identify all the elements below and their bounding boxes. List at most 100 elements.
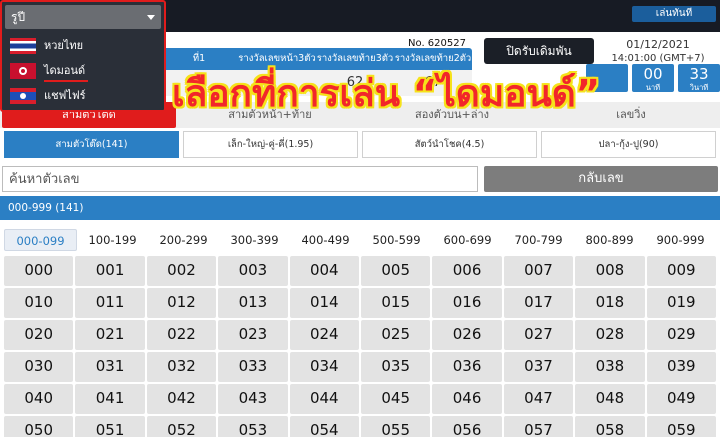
date-line: 01/12/2021 <box>626 38 690 51</box>
number-cell[interactable]: 037 <box>503 352 574 382</box>
chevron-down-icon <box>147 15 155 20</box>
search-number-input[interactable] <box>2 166 478 192</box>
number-cell[interactable]: 002 <box>146 256 217 286</box>
number-cell[interactable]: 007 <box>503 256 574 286</box>
number-cell[interactable]: 017 <box>503 288 574 318</box>
number-cell[interactable]: 003 <box>218 256 288 286</box>
subtab-fish-shrimp-crab[interactable]: ปลา-กุ้ง-ปู(90) <box>541 131 716 158</box>
close-bet-label: ปิดรับเดิมพัน <box>484 38 594 64</box>
number-cell[interactable]: 057 <box>503 416 574 437</box>
dropdown-item-diamond[interactable]: ไดมอนด์ <box>10 60 160 82</box>
countdown-minutes: 00 นาที <box>632 64 674 92</box>
dropdown-item-sapphire[interactable]: แชฟไฟร์ <box>10 85 160 107</box>
dropdown-item-label: ไดมอนด์ <box>44 64 86 77</box>
number-cell[interactable]: 000 <box>4 256 74 286</box>
diamond-flag-icon <box>10 63 36 79</box>
number-cell[interactable]: 021 <box>75 320 145 350</box>
number-cell[interactable]: 026 <box>432 320 502 350</box>
range-tab[interactable]: 200-299 <box>148 229 219 251</box>
subtab-three-tod[interactable]: สามตัวโต๊ด(141) <box>4 131 179 158</box>
number-cell[interactable]: 005 <box>361 256 431 286</box>
number-cell[interactable]: 013 <box>218 288 288 318</box>
number-cell[interactable]: 049 <box>646 384 716 414</box>
number-cell[interactable]: 016 <box>432 288 502 318</box>
number-cell[interactable]: 046 <box>432 384 502 414</box>
number-cell[interactable]: 011 <box>75 288 145 318</box>
number-cell[interactable]: 036 <box>432 352 502 382</box>
number-cell[interactable]: 020 <box>4 320 74 350</box>
range-tab[interactable]: 100-199 <box>77 229 148 251</box>
number-cell[interactable]: 018 <box>575 288 645 318</box>
number-cell[interactable]: 053 <box>218 416 288 437</box>
play-now-button[interactable]: เล่นทันที <box>632 6 716 22</box>
subtab-lucky-animal[interactable]: สัตว์นำโชค(4.5) <box>362 131 537 158</box>
number-cell[interactable]: 033 <box>218 352 288 382</box>
number-cell[interactable]: 042 <box>146 384 217 414</box>
number-cell[interactable]: 051 <box>75 416 145 437</box>
number-cell[interactable]: 034 <box>289 352 359 382</box>
number-cell[interactable]: 014 <box>289 288 359 318</box>
number-cell[interactable]: 019 <box>646 288 716 318</box>
range-tab[interactable]: 900-999 <box>645 229 716 251</box>
number-cell[interactable]: 030 <box>4 352 74 382</box>
dropdown-selected[interactable]: รูปี <box>5 5 161 29</box>
number-cell[interactable]: 044 <box>289 384 359 414</box>
thai-flag-icon <box>10 38 36 54</box>
dropdown-item-label: แชฟไฟร์ <box>44 89 86 102</box>
number-cell[interactable]: 038 <box>575 352 645 382</box>
range-tab[interactable]: 500-599 <box>361 229 432 251</box>
number-cell[interactable]: 047 <box>503 384 574 414</box>
number-cell[interactable]: 004 <box>289 256 359 286</box>
number-cell[interactable]: 006 <box>432 256 502 286</box>
range-tab[interactable]: 800-899 <box>574 229 645 251</box>
number-cell[interactable]: 041 <box>75 384 145 414</box>
countdown-value: 33 <box>689 65 709 83</box>
countdown-timer: 00 นาที 33 วินาที <box>586 64 720 92</box>
number-cell[interactable]: 058 <box>575 416 645 437</box>
number-cell[interactable]: 035 <box>361 352 431 382</box>
number-cell[interactable]: 027 <box>503 320 574 350</box>
number-cell[interactable]: 008 <box>575 256 645 286</box>
number-cell[interactable]: 029 <box>646 320 716 350</box>
range-header: 000-999 (141) <box>0 196 720 220</box>
dropdown-item-thai[interactable]: หวยไทย <box>10 35 160 57</box>
range-tab[interactable]: 000-099 <box>4 229 77 251</box>
number-cell[interactable]: 045 <box>361 384 431 414</box>
draw-date: 01/12/2021 14:01:00 (GMT+7) <box>598 36 718 66</box>
lottery-page: เล่นทันที No. 620527 ที่1 รางวัลเลขหน้า3… <box>0 0 720 437</box>
reverse-number-button[interactable]: กลับเลข <box>484 166 718 192</box>
countdown-unit: วินาที <box>689 83 709 92</box>
instruction-overlay: เลือกที่การเล่น “ไดมอนด์” <box>172 72 601 115</box>
number-cell[interactable]: 024 <box>289 320 359 350</box>
number-cell[interactable]: 054 <box>289 416 359 437</box>
number-cell[interactable]: 012 <box>146 288 217 318</box>
range-tab[interactable]: 300-399 <box>219 229 290 251</box>
number-cell[interactable]: 010 <box>4 288 74 318</box>
number-cell[interactable]: 001 <box>75 256 145 286</box>
sub-tabs: สามตัวโต๊ด(141) เล็ก-ใหญ่-คู่-คี่(1.95) … <box>0 131 720 158</box>
range-tab[interactable]: 600-699 <box>432 229 503 251</box>
countdown-value: 00 <box>643 65 663 83</box>
number-cell[interactable]: 059 <box>646 416 716 437</box>
number-cell[interactable]: 043 <box>218 384 288 414</box>
number-cell[interactable]: 040 <box>4 384 74 414</box>
number-cell[interactable]: 022 <box>146 320 217 350</box>
subtab-small-big-even-odd[interactable]: เล็ก-ใหญ่-คู่-คี่(1.95) <box>183 131 358 158</box>
number-cell[interactable]: 048 <box>575 384 645 414</box>
number-cell[interactable]: 031 <box>75 352 145 382</box>
number-cell[interactable]: 052 <box>146 416 217 437</box>
number-cell[interactable]: 055 <box>361 416 431 437</box>
sapphire-flag-icon <box>10 88 36 104</box>
number-cell[interactable]: 032 <box>146 352 217 382</box>
number-cell[interactable]: 056 <box>432 416 502 437</box>
range-tab[interactable]: 400-499 <box>290 229 361 251</box>
number-cell[interactable]: 039 <box>646 352 716 382</box>
number-cell[interactable]: 009 <box>646 256 716 286</box>
number-cell[interactable]: 028 <box>575 320 645 350</box>
countdown-seconds: 33 วินาที <box>678 64 720 92</box>
number-cell[interactable]: 023 <box>218 320 288 350</box>
number-cell[interactable]: 050 <box>4 416 74 437</box>
number-cell[interactable]: 025 <box>361 320 431 350</box>
range-tab[interactable]: 700-799 <box>503 229 574 251</box>
number-cell[interactable]: 015 <box>361 288 431 318</box>
